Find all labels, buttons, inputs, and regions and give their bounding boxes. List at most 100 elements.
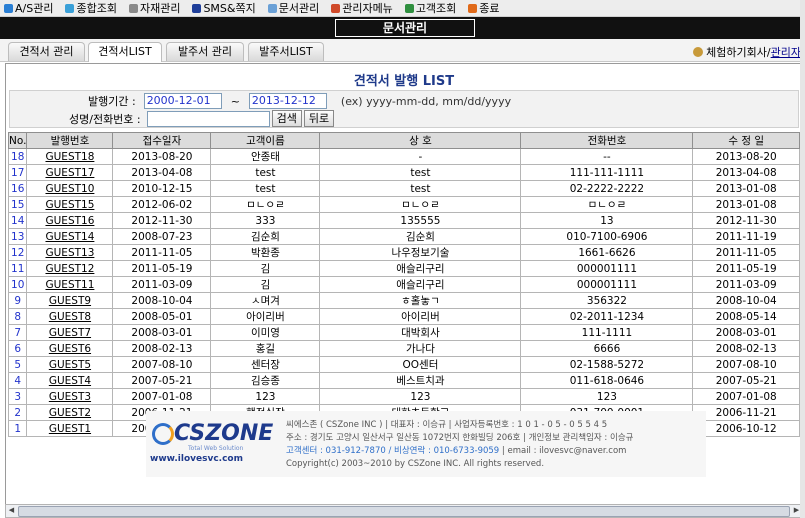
horizontal-scrollbar[interactable]: ◀ ▶ — [5, 504, 803, 518]
back-button[interactable]: 뒤로 — [303, 110, 335, 127]
scrollbar-thumb[interactable] — [18, 506, 790, 517]
table-row[interactable]: 10 GUEST11 2011-03-09 김 애슬리구리 000001111 2011-0… — [7, 276, 800, 293]
cell-no[interactable]: 4 — [7, 372, 28, 389]
table-row[interactable]: 9 GUEST9 2008-10-04 ㅅ며겨 ㅎ홀놓ㄱ 356322 2008-10-04 — [7, 292, 800, 309]
estimate-code-link[interactable]: GUEST13 — [45, 247, 94, 259]
estimate-code-link[interactable]: GUEST4 — [49, 375, 91, 387]
estimate-code-link[interactable]: GUEST17 — [45, 167, 94, 179]
menu-item-0[interactable]: A/S관리 — [4, 0, 53, 16]
table-row[interactable]: 4 GUEST4 2007-05-21 김승종 베스트치과 011-618-0646 200… — [7, 372, 800, 389]
cell-no[interactable]: 9 — [7, 292, 28, 309]
tab-estimate-manage[interactable]: 견적서 관리 — [8, 42, 85, 61]
table-row[interactable]: 13 GUEST14 2008-07-23 김순희 김순희 010-7100-6906 20… — [7, 228, 800, 245]
logo-text: CSZONE — [174, 421, 274, 446]
company-info: 씨에스존 ( CSZone INC ) | 대표자 : 이승규 | 사업자등록번… — [286, 419, 633, 471]
menu-item-4[interactable]: 문서관리 — [267, 0, 319, 16]
cell-modified: 2007-05-21 — [692, 372, 800, 389]
col-phone[interactable]: 전화번호 — [520, 132, 694, 149]
customer-search-icon — [404, 3, 414, 13]
table-row[interactable]: 18 GUEST18 2013-08-20 안종태 - -- 2013-08-20 — [7, 148, 800, 165]
tab-order-list[interactable]: 발주서LIST — [248, 42, 324, 61]
table-row[interactable]: 11 GUEST12 2011-05-19 김 애슬리구리 000001111 2011-0… — [7, 260, 800, 277]
cell-no[interactable]: 16 — [7, 180, 28, 197]
cell-no[interactable]: 5 — [7, 356, 28, 373]
table-row[interactable]: 8 GUEST8 2008-05-01 아이리버 아이리버 02-2011-1234 200… — [7, 308, 800, 325]
cell-no[interactable]: 2 — [7, 404, 28, 421]
table-row[interactable]: 12 GUEST13 2011-11-05 박환종 나우정보기술 1661-6626 201… — [7, 244, 800, 261]
col-date[interactable]: 접수일자 — [112, 132, 212, 149]
estimate-code-link[interactable]: GUEST14 — [45, 231, 94, 243]
cell-no[interactable]: 1 — [7, 420, 28, 437]
cell-customer: 김 — [210, 260, 321, 277]
cell-company: test — [319, 180, 522, 197]
table-row[interactable]: 5 GUEST5 2007-08-10 센터장 OO센터 02-1588-5272 2007… — [7, 356, 800, 373]
tab-estimate-list[interactable]: 견적서LIST — [88, 42, 162, 62]
cell-no[interactable]: 3 — [7, 388, 28, 405]
cell-no[interactable]: 17 — [7, 164, 28, 181]
cell-date: 2011-03-09 — [112, 276, 212, 293]
cell-no[interactable]: 13 — [7, 228, 28, 245]
cell-no[interactable]: 6 — [7, 340, 28, 357]
cell-code: GUEST16 — [26, 212, 114, 229]
date-from-input[interactable]: 2000-12-01 — [143, 93, 222, 109]
table-row[interactable]: 15 GUEST15 2012-06-02 ㅁㄴㅇㄹ ㅁㄴㅇㄹ ㅁㄴㅇㄹ 2013-01-0… — [7, 196, 800, 213]
estimate-code-link[interactable]: GUEST9 — [49, 295, 91, 307]
menu-item-label: 고객조회 — [415, 2, 457, 15]
col-modified[interactable]: 수 정 일 — [692, 132, 800, 149]
col-no[interactable]: No. — [7, 132, 28, 149]
user-role-link[interactable]: 관리자 — [771, 44, 801, 60]
table-row[interactable]: 16 GUEST10 2010-12-15 test test 02-2222-2222 2… — [7, 180, 800, 197]
menu-item-1[interactable]: 종합조회 — [65, 0, 117, 16]
estimate-code-link[interactable]: GUEST12 — [45, 263, 94, 275]
tab-order-manage[interactable]: 발주서 관리 — [166, 42, 244, 61]
estimate-code-link[interactable]: GUEST8 — [49, 311, 91, 323]
date-to-input[interactable]: 2013-12-12 — [248, 93, 327, 109]
estimate-code-link[interactable]: GUEST15 — [45, 199, 94, 211]
estimate-code-link[interactable]: GUEST5 — [49, 359, 91, 371]
estimate-code-link[interactable]: GUEST3 — [49, 391, 91, 403]
admin-icon — [331, 3, 341, 13]
cell-no[interactable]: 18 — [7, 148, 28, 165]
vertical-scrollbar[interactable] — [800, 0, 805, 518]
col-company[interactable]: 상 호 — [319, 132, 522, 149]
estimate-code-link[interactable]: GUEST1 — [49, 423, 91, 435]
name-phone-input[interactable] — [146, 110, 270, 127]
cell-no[interactable]: 8 — [7, 308, 28, 325]
estimate-code-link[interactable]: GUEST6 — [49, 343, 91, 355]
col-code[interactable]: 발행번호 — [26, 132, 114, 149]
menu-item-3[interactable]: SMS&쪽지 — [192, 0, 256, 16]
menu-item-label: 종료 — [479, 2, 500, 15]
cell-code: GUEST11 — [26, 276, 114, 293]
cell-no[interactable]: 11 — [7, 260, 28, 277]
menu-item-2[interactable]: 자재관리 — [128, 0, 180, 16]
table-row[interactable]: 7 GUEST7 2008-03-01 이미영 대박회사 111-1111 2008-03-… — [7, 324, 800, 341]
table-row[interactable]: 14 GUEST16 2012-11-30 333 135555 13 2012-11-30 — [7, 212, 800, 229]
cell-no[interactable]: 14 — [7, 212, 28, 229]
table-row[interactable]: 17 GUEST17 2013-04-08 test test 111-111-1111 2… — [7, 164, 800, 181]
estimate-code-link[interactable]: GUEST18 — [45, 151, 94, 163]
cell-no[interactable]: 10 — [7, 276, 28, 293]
col-customer[interactable]: 고객이름 — [210, 132, 321, 149]
user-company: 체험하기회사 — [706, 46, 767, 59]
search-button[interactable]: 검색 — [271, 110, 302, 127]
cell-code: GUEST1 — [26, 420, 114, 437]
scroll-left-icon[interactable]: ◀ — [6, 505, 17, 516]
estimate-code-link[interactable]: GUEST7 — [49, 327, 91, 339]
cell-no[interactable]: 12 — [7, 244, 28, 261]
cell-phone: 111-111-1111 — [520, 164, 694, 181]
estimate-code-link[interactable]: GUEST16 — [45, 215, 94, 227]
cell-no[interactable]: 7 — [7, 324, 28, 341]
cell-customer: test — [210, 180, 321, 197]
cell-modified: 2013-01-08 — [692, 196, 800, 213]
menu-item-7[interactable]: 종료 — [468, 0, 500, 16]
estimate-code-link[interactable]: GUEST2 — [49, 407, 91, 419]
estimate-code-link[interactable]: GUEST11 — [45, 279, 94, 291]
cell-customer: 이미영 — [210, 324, 321, 341]
table-row[interactable]: 3 GUEST3 2007-01-08 123 123 123 2007-01-08 — [7, 388, 800, 405]
cell-no[interactable]: 15 — [7, 196, 28, 213]
table-row[interactable]: 6 GUEST6 2008-02-13 홍길 가나다 6666 2008-02-13 — [7, 340, 800, 357]
menu-item-5[interactable]: 관리자메뉴 — [331, 0, 393, 16]
estimate-code-link[interactable]: GUEST10 — [45, 183, 94, 195]
menu-item-6[interactable]: 고객조회 — [404, 0, 457, 16]
cell-customer: ㅅ며겨 — [210, 292, 321, 309]
